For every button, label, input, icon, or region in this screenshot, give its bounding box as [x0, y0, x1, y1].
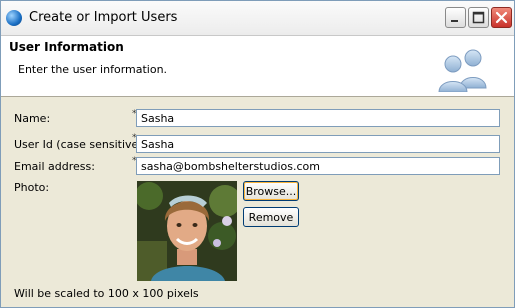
maximize-icon: [472, 11, 485, 24]
window-title: Create or Import Users: [29, 10, 178, 25]
close-icon: [495, 11, 508, 24]
photo-label: Photo:: [14, 181, 50, 194]
app-globe-icon: [6, 10, 22, 26]
user-photo: [137, 181, 237, 281]
userid-field[interactable]: [136, 135, 500, 153]
dialog-window: Create or Import Users User Information …: [0, 0, 515, 308]
minimize-icon: [451, 20, 458, 22]
maximize-button[interactable]: [468, 7, 489, 28]
name-label: Name:: [14, 112, 51, 125]
minimize-button[interactable]: [445, 7, 466, 28]
email-field[interactable]: [136, 157, 500, 175]
user-photo-image: [137, 181, 237, 281]
remove-button[interactable]: Remove: [243, 207, 299, 227]
browse-button[interactable]: Browse...: [243, 181, 299, 201]
userid-label: User Id (case sensitive):: [14, 138, 147, 151]
users-icon: [438, 49, 487, 92]
header-banner: User Information Enter the user informat…: [1, 36, 514, 97]
title-bar[interactable]: Create or Import Users: [1, 1, 514, 36]
scale-note: Will be scaled to 100 x 100 pixels: [14, 287, 199, 300]
banner-description: Enter the user information.: [18, 63, 168, 76]
name-field[interactable]: [136, 109, 500, 127]
email-label: Email address:: [14, 160, 95, 173]
banner-title: User Information: [9, 40, 124, 54]
close-button[interactable]: [491, 7, 512, 28]
